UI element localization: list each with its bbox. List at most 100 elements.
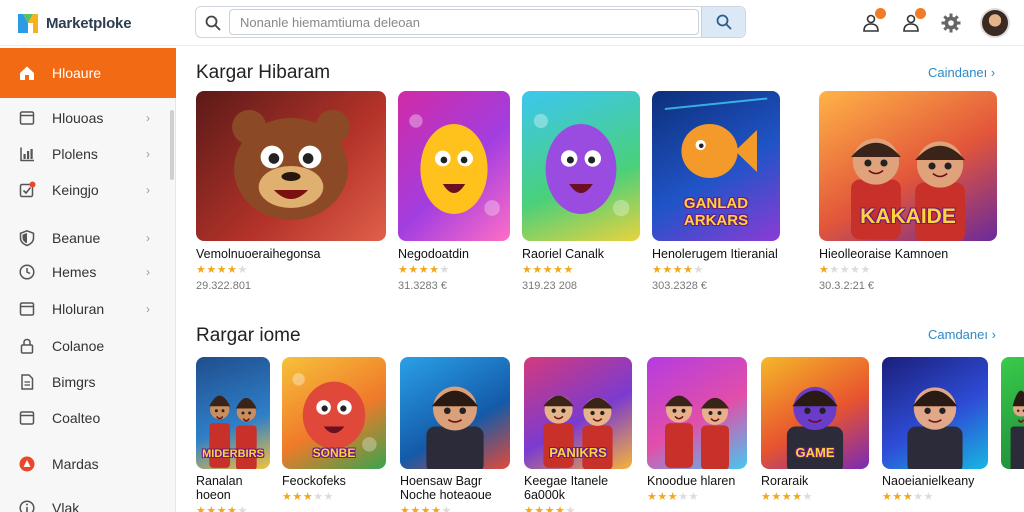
- sidebar-item-label: Colanoe: [52, 338, 105, 354]
- search-bar: [195, 6, 746, 38]
- window-icon: [18, 109, 36, 127]
- game-thumbnail[interactable]: [398, 91, 510, 241]
- sidebar-item-5[interactable]: Hemes ›: [0, 254, 176, 290]
- game-thumbnail[interactable]: [522, 91, 640, 241]
- game-subtitle: hoeon: [196, 488, 231, 502]
- game-thumbnail[interactable]: GANLAD ARKARS: [652, 91, 780, 241]
- window-icon: [18, 409, 36, 427]
- game-thumbnail[interactable]: GAME: [761, 357, 869, 469]
- game-card[interactable]: Raoriel Canalk ★★★★★ 319.23 208: [522, 91, 640, 292]
- game-card[interactable]: Negodoatdin ★★★★★ 31.3283 €: [398, 91, 510, 292]
- sidebar-item-6[interactable]: Hloluran ›: [0, 291, 176, 327]
- game-thumbnail[interactable]: [882, 357, 988, 469]
- game-card-partial[interactable]: [1001, 357, 1024, 469]
- game-card[interactable]: SONBE Feockofeks ★★★★★: [282, 357, 386, 503]
- game-card[interactable]: Knoodue hlaren ★★★★★: [647, 357, 747, 503]
- section-title: Kargar Hibaram: [196, 62, 331, 83]
- sidebar-item-label: Keingjo: [52, 182, 99, 198]
- game-title[interactable]: Negodoatdin: [398, 247, 510, 261]
- see-all-link[interactable]: Caindaneı ›: [928, 65, 995, 80]
- sidebar-item-10[interactable]: Mardas: [0, 446, 176, 482]
- game-card[interactable]: Vemolnuoeraihegonsa ★★★★★ 29.322.801: [196, 91, 386, 292]
- rating-stars: ★★★★★: [282, 491, 334, 503]
- sidebar-item-8[interactable]: Bimgrs: [0, 364, 176, 400]
- rating-stars: ★★★★★: [647, 491, 699, 503]
- download-count: 319.23 208: [522, 280, 578, 292]
- game-card[interactable]: Hoensaw Bagr Noche hoteaoue ★★★★★: [400, 357, 510, 512]
- sidebar-item-4[interactable]: Beanue ›: [0, 220, 176, 256]
- rating-stars: ★★★★★: [196, 505, 248, 512]
- game-thumbnail[interactable]: [196, 91, 386, 241]
- see-all-link[interactable]: Camdaneı ›: [928, 327, 996, 342]
- app-logo[interactable]: Marketploke: [16, 9, 132, 37]
- download-count: 30.3.2:21 €: [819, 280, 875, 292]
- logo-m-icon: [16, 11, 40, 35]
- rating-stars: ★★★★★: [882, 491, 934, 503]
- sidebar-item-3[interactable]: Keingjo ›: [0, 172, 176, 208]
- game-thumbnail[interactable]: MIDERBIRS: [196, 357, 270, 469]
- main-content: Kargar Hibaram Caindaneı › Vemolnuoeraiheg…: [176, 48, 1024, 512]
- top-actions: [860, 7, 1010, 39]
- game-logo-text: GAME: [795, 445, 835, 460]
- sidebar-item-7[interactable]: Colanoe: [0, 328, 176, 364]
- app-name: Marketploke: [46, 14, 132, 32]
- gear-icon[interactable]: [940, 12, 962, 34]
- game-thumbnail[interactable]: KAKAIDE: [819, 91, 997, 241]
- sidebar-item-label: Hemes: [52, 264, 97, 280]
- game-subtitle: 6a000k: [524, 488, 566, 502]
- home-icon: [18, 64, 36, 82]
- game-thumbnail[interactable]: [400, 357, 510, 469]
- rating-stars: ★★★★★: [398, 264, 450, 276]
- game-logo-text: GANLAD ARKARS: [683, 195, 749, 229]
- game-card[interactable]: GAME Roraraik ★★★★★: [761, 357, 869, 503]
- chevron-right-icon: ›: [146, 302, 150, 316]
- game-card[interactable]: Naoeianielkeany ★★★★★: [882, 357, 988, 503]
- game-title[interactable]: Vemolnuoeraihegonsa: [196, 247, 386, 261]
- game-title[interactable]: Feockofeks: [282, 474, 386, 488]
- notifications-icon[interactable]: [860, 8, 886, 34]
- game-card[interactable]: MIDERBIRS Ranalan hoeon ★★★★★: [196, 357, 270, 512]
- sidebar-item-2[interactable]: Plolens ›: [0, 136, 176, 172]
- game-title[interactable]: Henolerugem Itieranial: [652, 247, 780, 261]
- game-logo-text: SONBE: [312, 446, 356, 460]
- game-title[interactable]: Knoodue hlaren: [647, 474, 747, 488]
- game-title[interactable]: Raoriel Canalk: [522, 247, 640, 261]
- sidebar-item-label: Mardas: [52, 456, 99, 472]
- sidebar-item-11[interactable]: Vlak: [0, 490, 176, 512]
- game-title[interactable]: Hieolleoraise Kamnoen: [819, 247, 997, 261]
- game-thumbnail[interactable]: SONBE: [282, 357, 386, 469]
- chevron-right-icon: ›: [146, 231, 150, 245]
- download-count: 31.3283 €: [398, 280, 447, 292]
- game-card[interactable]: GANLAD ARKARS Henolerugem Itieranial ★★★★★…: [652, 91, 780, 292]
- game-card[interactable]: KAKAIDE Hieolleoraise Kamnoen ★★★★★ 30.3.2:…: [819, 91, 997, 292]
- document-icon: [18, 373, 36, 391]
- avatar[interactable]: [980, 8, 1010, 38]
- sidebar-item-0[interactable]: Hloaure: [0, 48, 176, 98]
- sidebar-item-1[interactable]: Hlouoas ›: [0, 100, 176, 136]
- game-title[interactable]: Keegae Itanele: [524, 474, 632, 488]
- sidebar-item-label: Bimgrs: [52, 374, 96, 390]
- sidebar-item-label: Hloaure: [52, 65, 102, 81]
- game-card[interactable]: PANIKRS Keegae Itanele 6a000k ★★★★★: [524, 357, 632, 512]
- game-thumbnail[interactable]: [1001, 357, 1024, 469]
- profile-icon[interactable]: [900, 8, 926, 34]
- sidebar-item-label: Hlouoas: [52, 110, 104, 126]
- game-logo-text: KAKAIDE: [860, 205, 956, 228]
- game-title[interactable]: Roraraik: [761, 474, 869, 488]
- rating-stars: ★★★★★: [652, 264, 704, 276]
- game-title[interactable]: Naoeianielkeany: [882, 474, 988, 488]
- game-title[interactable]: Ranalan: [196, 474, 270, 488]
- sidebar-item-label: Beanue: [52, 230, 101, 246]
- sidebar-item-9[interactable]: Coalteo: [0, 400, 176, 436]
- app-red-icon: [18, 455, 36, 473]
- game-thumbnail[interactable]: [647, 357, 747, 469]
- search-input[interactable]: [229, 9, 699, 35]
- lock-icon: [18, 337, 36, 355]
- sidebar-item-label: Plolens: [52, 146, 98, 162]
- game-thumbnail[interactable]: PANIKRS: [524, 357, 632, 469]
- chevron-right-icon: ›: [146, 265, 150, 279]
- search-button[interactable]: [701, 7, 745, 37]
- game-title[interactable]: Hoensaw Bagr: [400, 474, 510, 488]
- rating-stars: ★★★★★: [522, 264, 574, 276]
- sidebar-item-label: Hloluran: [52, 301, 105, 317]
